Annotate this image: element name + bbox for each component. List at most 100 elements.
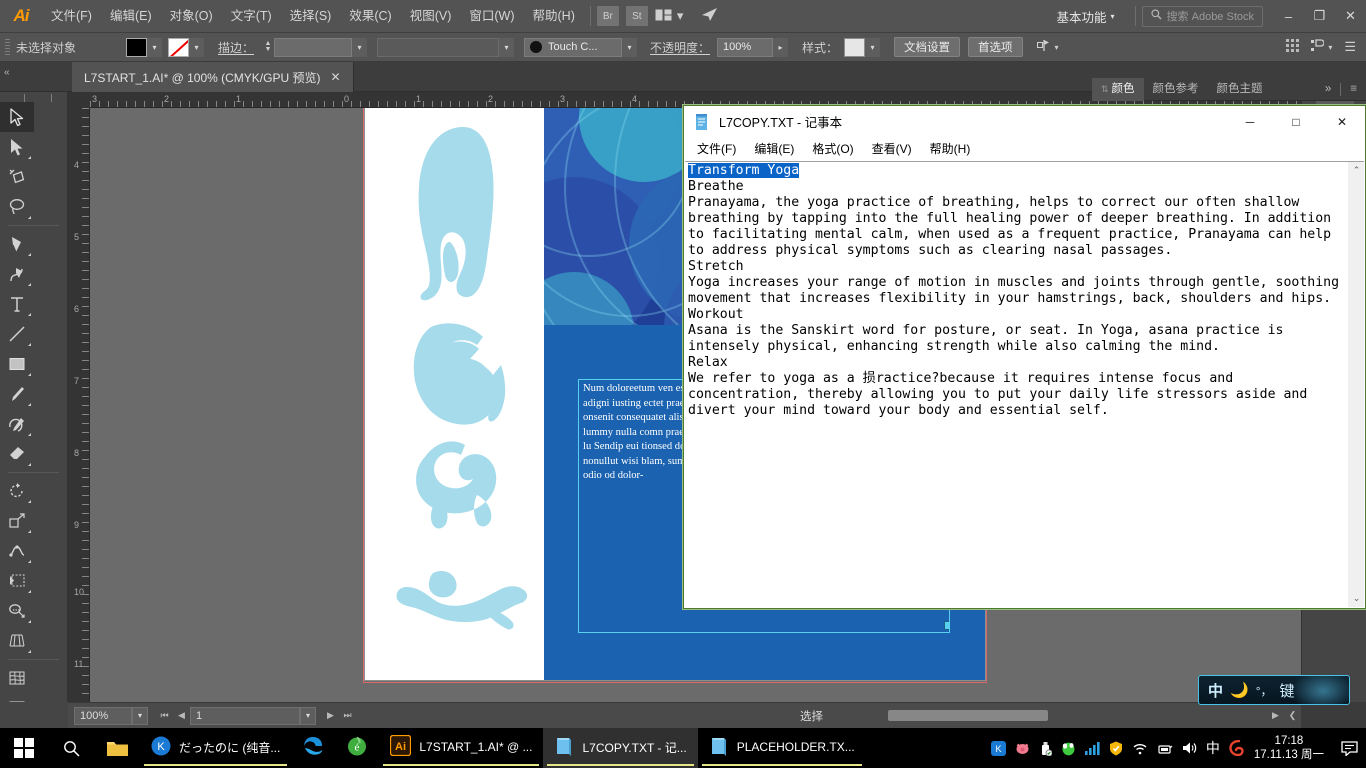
start-button[interactable]: [0, 728, 48, 768]
taskbar-app-notepad-placeholder[interactable]: PLACEHOLDER.TX...: [698, 728, 866, 768]
stroke-swatch-dropdown[interactable]: ▾: [189, 38, 204, 57]
workspace-switcher[interactable]: 基本功能 ▾: [1049, 4, 1123, 29]
action-center-icon[interactable]: [1332, 728, 1366, 768]
text-overflow-indicator[interactable]: [944, 621, 950, 630]
scroll-up-icon[interactable]: ⌃: [1348, 162, 1365, 179]
taskbar-app-kugou[interactable]: K だったのに (纯音...: [140, 728, 291, 768]
notepad-menu-file[interactable]: 文件(F): [688, 138, 745, 160]
lasso-tool[interactable]: [0, 192, 34, 222]
align-panel-icon[interactable]: [1311, 39, 1324, 55]
align-dropdown-icon[interactable]: ▾: [1055, 43, 1059, 52]
menu-edit[interactable]: 编辑(E): [101, 0, 161, 33]
sogou-icon[interactable]: [1229, 740, 1244, 756]
stroke-weight-dropdown[interactable]: ▾: [352, 38, 367, 57]
opacity-label[interactable]: 不透明度：: [650, 39, 710, 56]
wifi-icon[interactable]: [1132, 742, 1148, 755]
pen-tool[interactable]: [0, 229, 34, 259]
search-input[interactable]: 搜索 Adobe Stock: [1167, 8, 1254, 24]
curvature-tool[interactable]: [0, 259, 34, 289]
shaper-tool[interactable]: [0, 409, 34, 439]
yoga-figure-reclining[interactable]: [389, 565, 531, 631]
taskbar-app-edge[interactable]: [291, 728, 335, 768]
menu-effect[interactable]: 效果(C): [340, 0, 400, 33]
line-segment-tool[interactable]: [0, 319, 34, 349]
tab-color[interactable]: ⇅颜色: [1092, 78, 1144, 101]
arrange-documents-icon[interactable]: [655, 9, 673, 24]
notepad-menu-edit[interactable]: 编辑(E): [745, 138, 803, 160]
document-setup-button[interactable]: 文档设置: [894, 37, 960, 57]
graphic-style-swatch[interactable]: [844, 38, 865, 57]
notepad-maximize-button[interactable]: □: [1273, 106, 1319, 137]
ime-floating-toolbar[interactable]: 中 🌙 °， 键: [1198, 675, 1350, 705]
taskbar-app-360-browser[interactable]: é: [335, 728, 379, 768]
collapse-panel-icon[interactable]: «: [4, 67, 10, 78]
rectangle-tool[interactable]: [0, 349, 34, 379]
moon-icon[interactable]: 🌙: [1230, 681, 1249, 699]
transform-grid-icon[interactable]: [1286, 39, 1299, 55]
network-icon[interactable]: [1157, 742, 1173, 755]
stroke-weight-label[interactable]: 描边：: [218, 39, 254, 56]
yoga-figure-seated-twist[interactable]: [407, 437, 517, 533]
usb-icon[interactable]: [1039, 741, 1052, 756]
width-tool[interactable]: [0, 536, 34, 566]
mesh-tool[interactable]: [0, 663, 34, 693]
ai-minimize-button[interactable]: –: [1273, 0, 1304, 33]
document-tab[interactable]: L7START_1.AI* @ 100% (CMYK/GPU 预览) ✕: [72, 62, 354, 92]
chevron-down-icon[interactable]: ▾: [1328, 43, 1332, 52]
panel-menu-icon[interactable]: ☰: [1344, 39, 1356, 55]
notepad-window[interactable]: L7COPY.TXT - 记事本 ─ □ ✕ 文件(F) 编辑(E) 格式(O)…: [683, 105, 1366, 609]
horizontal-scrollbar-thumb[interactable]: [888, 710, 1048, 721]
menu-file[interactable]: 文件(F): [42, 0, 101, 33]
graphic-style-dropdown[interactable]: ▾: [865, 38, 880, 57]
horizontal-scrollbar[interactable]: [68, 710, 1301, 721]
stock-icon[interactable]: St: [626, 6, 648, 26]
taskbar-file-explorer[interactable]: [94, 728, 140, 768]
notepad-vertical-scrollbar[interactable]: ⌃ ⌄: [1347, 162, 1364, 607]
menu-view[interactable]: 视图(V): [401, 0, 461, 33]
volume-icon[interactable]: [1182, 741, 1197, 755]
taskbar-app-illustrator[interactable]: Ai L7START_1.AI* @ ...: [379, 728, 543, 768]
panel-options-menu-icon[interactable]: ≡: [1341, 78, 1366, 101]
control-bar-grip[interactable]: [5, 39, 10, 56]
adobe-stock-search[interactable]: 搜索 Adobe Stock: [1142, 6, 1263, 27]
type-tool[interactable]: [0, 289, 34, 319]
signal-icon[interactable]: [1085, 742, 1100, 755]
menu-type[interactable]: 文字(T): [222, 0, 281, 33]
rotate-tool[interactable]: [0, 476, 34, 506]
taskbar-app-notepad-l7copy[interactable]: L7COPY.TXT - 记...: [543, 728, 697, 768]
menu-object[interactable]: 对象(O): [161, 0, 222, 33]
menu-select[interactable]: 选择(S): [281, 0, 341, 33]
opacity-input[interactable]: 100%: [717, 38, 773, 57]
notepad-minimize-button[interactable]: ─: [1227, 106, 1273, 137]
selection-tool[interactable]: [0, 102, 34, 132]
chevron-down-icon[interactable]: ▾: [677, 8, 684, 24]
notepad-menu-help[interactable]: 帮助(H): [921, 138, 980, 160]
stroke-weight-stepper[interactable]: ▲▼: [262, 38, 274, 57]
ime-punctuation-label[interactable]: °，: [1256, 682, 1273, 699]
align-to-icon[interactable]: [1037, 39, 1051, 55]
ai-close-button[interactable]: ✕: [1335, 0, 1366, 33]
notepad-menu-format[interactable]: 格式(O): [803, 138, 862, 160]
cc-libraries-icon[interactable]: [701, 7, 719, 25]
kugou-tray-icon[interactable]: K: [991, 741, 1006, 756]
yoga-figure-forward-bend[interactable]: [405, 313, 517, 433]
menu-window[interactable]: 窗口(W): [460, 0, 523, 33]
free-transform-tool[interactable]: [0, 566, 34, 596]
close-icon[interactable]: ✕: [330, 70, 340, 84]
eraser-tool[interactable]: [0, 439, 34, 469]
taskbar-search-button[interactable]: [48, 728, 94, 768]
scale-tool[interactable]: [0, 506, 34, 536]
qq-icon[interactable]: [1061, 741, 1076, 756]
ime-language-label[interactable]: 中: [1208, 680, 1223, 701]
stroke-color-swatch[interactable]: [168, 38, 189, 57]
notepad-text-area[interactable]: Transform Yoga Breathe Pranayama, the yo…: [685, 162, 1347, 607]
opacity-dropdown[interactable]: ▸: [773, 38, 788, 57]
shape-builder-tool[interactable]: [0, 596, 34, 626]
panel-overflow-icon[interactable]: »: [1316, 78, 1340, 101]
stroke-profile-field[interactable]: [377, 38, 499, 57]
ime-language-indicator[interactable]: 中: [1206, 738, 1220, 758]
paintbrush-tool[interactable]: [0, 379, 34, 409]
brush-definition-field[interactable]: Touch C...: [524, 38, 622, 57]
notepad-title-bar[interactable]: L7COPY.TXT - 记事本 ─ □ ✕: [684, 106, 1365, 138]
shield-icon[interactable]: [1109, 741, 1123, 756]
